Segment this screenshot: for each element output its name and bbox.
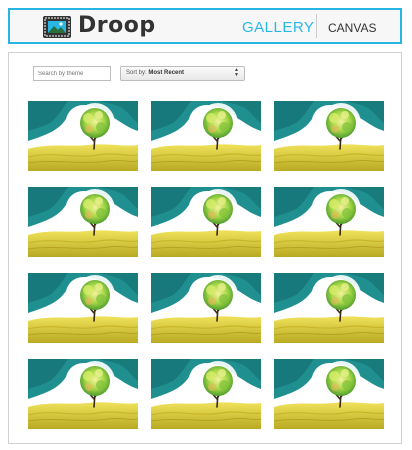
tree-painting-image (274, 359, 384, 429)
gallery-thumbnail[interactable] (151, 187, 261, 257)
tree-painting-image (28, 273, 138, 343)
tree-painting-image (28, 359, 138, 429)
gallery-thumbnail[interactable] (274, 273, 384, 343)
gallery-thumbnail[interactable] (28, 101, 138, 171)
gallery-thumbnail[interactable] (274, 187, 384, 257)
tree-painting-image (151, 101, 261, 171)
gallery-thumbnail[interactable] (28, 359, 138, 429)
search-input[interactable] (33, 66, 111, 81)
tree-painting-image (274, 101, 384, 171)
tree-painting-image (28, 187, 138, 257)
gallery-thumbnail[interactable] (28, 273, 138, 343)
sort-select[interactable]: Sort by: Most Recent ▲ ▼ (120, 66, 245, 81)
nav-gallery-link[interactable]: GALLERY (242, 19, 314, 36)
tree-painting-image (28, 101, 138, 171)
gallery-thumbnail[interactable] (274, 359, 384, 429)
brand-name[interactable]: Droop (78, 13, 156, 38)
gallery-thumbnail[interactable] (151, 359, 261, 429)
chevron-up-down-icon: ▲ ▼ (234, 67, 239, 78)
top-nav-bar: Droop GALLERY CANVAS (8, 8, 402, 44)
tree-painting-image (274, 187, 384, 257)
gallery-thumbnail[interactable] (28, 187, 138, 257)
gallery-thumbnail[interactable] (151, 101, 261, 171)
tree-painting-image (274, 273, 384, 343)
tree-painting-image (151, 187, 261, 257)
sort-value: Most Recent (148, 70, 185, 76)
tree-painting-image (151, 273, 261, 343)
picture-frame-logo-icon[interactable] (42, 15, 72, 39)
sort-label: Sort by: (126, 70, 147, 76)
gallery-panel: Sort by: Most Recent ▲▼ (8, 52, 402, 444)
nav-divider (316, 14, 317, 38)
nav-canvas-link[interactable]: CANVAS (328, 21, 376, 35)
gallery-thumbnail[interactable] (274, 101, 384, 171)
tree-painting-image (151, 359, 261, 429)
gallery-thumbnail[interactable] (151, 273, 261, 343)
